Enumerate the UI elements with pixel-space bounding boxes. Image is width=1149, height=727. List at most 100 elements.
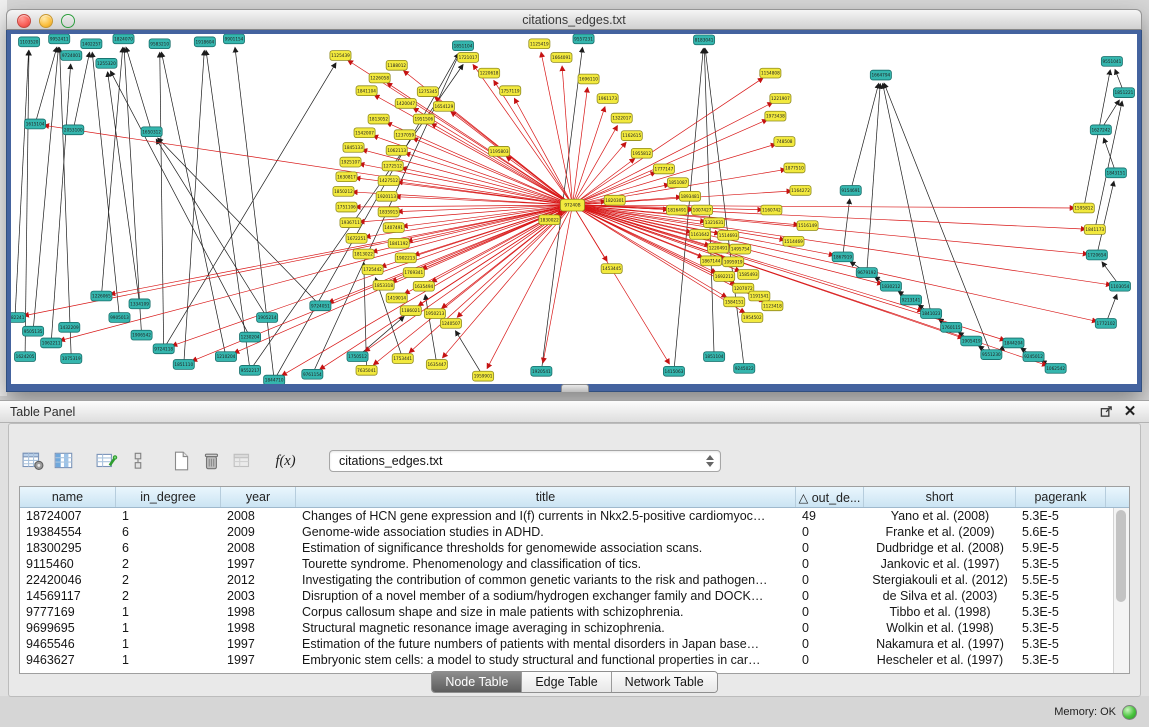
cell-pagerank[interactable]: 5.5E-5 [1016, 572, 1106, 588]
graph-node[interactable]: 1495754 [730, 244, 751, 254]
graph-node[interactable]: 1186021 [400, 306, 421, 316]
graph-node[interactable]: 1841192 [388, 238, 409, 248]
graph-node[interactable]: 9551230 [981, 350, 1002, 360]
cell-year[interactable]: 1998 [221, 604, 296, 620]
graph-node[interactable]: 1584151 [724, 297, 745, 307]
graph-node[interactable]: 7635041 [356, 365, 377, 375]
graph-node[interactable]: 1627242 [1090, 125, 1111, 135]
cell-name[interactable]: 18300295 [20, 540, 116, 556]
graph-node[interactable]: 9182241 [11, 313, 26, 323]
graph-node[interactable]: 9724051 [310, 301, 331, 311]
graph-node[interactable]: 1230204 [240, 332, 261, 342]
table-vertical-scrollbar[interactable] [1113, 508, 1129, 673]
cell-year[interactable]: 1997 [221, 636, 296, 652]
graph-node[interactable]: 9505135 [23, 326, 44, 336]
graph-node[interactable]: 1973438 [765, 111, 786, 121]
graph-node[interactable]: 1160742 [761, 205, 782, 215]
cell-name[interactable]: 19384554 [20, 524, 116, 540]
graph-node[interactable]: 1844710 [264, 375, 285, 384]
graph-node[interactable]: 9905013 [109, 313, 130, 323]
cell-name[interactable]: 18724007 [20, 508, 116, 524]
graph-node[interactable]: 1514693 [718, 231, 739, 241]
graph-node[interactable]: 1757119 [500, 86, 521, 96]
graph-node[interactable]: 1902213 [395, 253, 416, 263]
graph-node[interactable]: 1696110 [578, 74, 599, 84]
graph-node[interactable]: 1816491 [666, 205, 687, 215]
graph-node[interactable]: 9952411 [49, 34, 70, 44]
cell-in_degree[interactable]: 6 [116, 524, 221, 540]
table-row[interactable]: 946362711997Embryonic stem cells: a mode… [20, 652, 1129, 668]
graph-node[interactable]: 1721017 [457, 53, 478, 63]
graph-node[interactable]: 9213141 [900, 295, 921, 305]
graph-node[interactable]: 1635494 [413, 281, 434, 291]
cell-short[interactable]: Nakamura et al. (1997) [864, 636, 1016, 652]
graph-node[interactable]: 1240507 [440, 318, 461, 328]
graph-node[interactable]: 1514469 [783, 236, 804, 246]
cell-out_degree[interactable]: 0 [796, 556, 864, 572]
graph-node[interactable]: 1867144 [701, 256, 722, 266]
cell-short[interactable]: Tibbo et al. (1998) [864, 604, 1016, 620]
graph-node[interactable]: 1103054 [1109, 281, 1130, 291]
graph-node[interactable]: 1961173 [597, 94, 618, 104]
table-row[interactable]: 1872400712008Changes of HCN gene express… [20, 508, 1129, 524]
cell-title[interactable]: Genome-wide association studies in ADHD. [296, 524, 796, 540]
graph-node[interactable]: 9724118 [153, 344, 174, 354]
cell-pagerank[interactable]: 5.3E-5 [1016, 604, 1106, 620]
close-window-button[interactable] [17, 14, 31, 28]
cell-in_degree[interactable]: 2 [116, 572, 221, 588]
graph-node[interactable]: 1595812 [1073, 203, 1094, 213]
graph-node[interactable]: 1751106 [336, 202, 357, 212]
graph-node[interactable]: 1415063 [663, 366, 684, 376]
graph-node[interactable]: 1154808 [760, 68, 781, 78]
cell-short[interactable]: Franke et al. (2009) [864, 524, 1016, 540]
graph-node[interactable]: 1753441 [392, 354, 413, 364]
table-settings-icon[interactable] [19, 449, 46, 473]
graph-node[interactable]: 1906542 [131, 330, 152, 340]
graph-node[interactable]: 1959901 [473, 371, 494, 381]
graph-node[interactable]: 1237059 [394, 130, 415, 140]
table-row[interactable]: 969969511998Structural magnetic resonanc… [20, 620, 1129, 636]
graph-node[interactable]: 1725442 [362, 265, 383, 275]
graph-node[interactable]: 1453445 [601, 264, 622, 274]
cell-year[interactable]: 2012 [221, 572, 296, 588]
tab-node-table[interactable]: Node Table [432, 672, 522, 692]
cell-in_degree[interactable]: 2 [116, 588, 221, 604]
graph-node[interactable]: 1920113 [376, 191, 397, 201]
graph-node[interactable]: 1075319 [61, 354, 82, 364]
graph-node[interactable]: 1420047 [395, 99, 416, 109]
graph-node[interactable]: 1851221 [1113, 88, 1134, 98]
cell-name[interactable]: 9465546 [20, 636, 116, 652]
function-builder-icon[interactable]: f(x) [272, 449, 299, 473]
graph-node[interactable]: 1321631 [704, 218, 725, 228]
cell-short[interactable]: Hescheler et al. (1997) [864, 652, 1016, 668]
graph-node[interactable]: 1419014 [386, 293, 407, 303]
graph-node[interactable]: 97240B [560, 199, 584, 211]
graph-node[interactable]: 1830022 [539, 215, 560, 225]
graph-node[interactable]: 1850212 [333, 187, 354, 197]
graph-node[interactable]: 1936711 [340, 218, 361, 228]
graph-node[interactable]: 9557231 [573, 34, 594, 44]
graph-node[interactable]: 1918604 [194, 37, 215, 47]
graph-node[interactable]: 1760115 [941, 322, 962, 332]
graph-node[interactable]: 1813052 [368, 114, 389, 124]
table-row[interactable]: 946554611997Estimation of the future num… [20, 636, 1129, 652]
graph-node[interactable]: 1877510 [784, 163, 805, 173]
graph-node[interactable]: 9583210 [149, 39, 170, 49]
column-header-pagerank[interactable]: pagerank [1016, 487, 1106, 507]
graph-node[interactable]: 1951506 [413, 114, 434, 124]
graph-node[interactable]: 1630817 [336, 172, 357, 182]
cell-in_degree[interactable]: 1 [116, 604, 221, 620]
cell-year[interactable]: 2003 [221, 588, 296, 604]
column-header-short[interactable]: short [864, 487, 1016, 507]
cell-short[interactable]: Yano et al. (2008) [864, 508, 1016, 524]
graph-node[interactable]: 1851104 [704, 352, 725, 362]
graph-node[interactable]: 1692212 [714, 272, 735, 282]
graph-node[interactable]: 1851104 [452, 41, 473, 51]
cell-title[interactable]: Estimation of significance thresholds fo… [296, 540, 796, 556]
graph-node[interactable]: 1210204 [215, 352, 236, 362]
cell-year[interactable]: 1998 [221, 620, 296, 636]
graph-node[interactable]: 1777147 [653, 164, 674, 174]
cell-title[interactable]: Investigating the contribution of common… [296, 572, 796, 588]
column-header-name[interactable]: name [20, 487, 116, 507]
graph-node[interactable]: 1925107 [340, 157, 361, 167]
